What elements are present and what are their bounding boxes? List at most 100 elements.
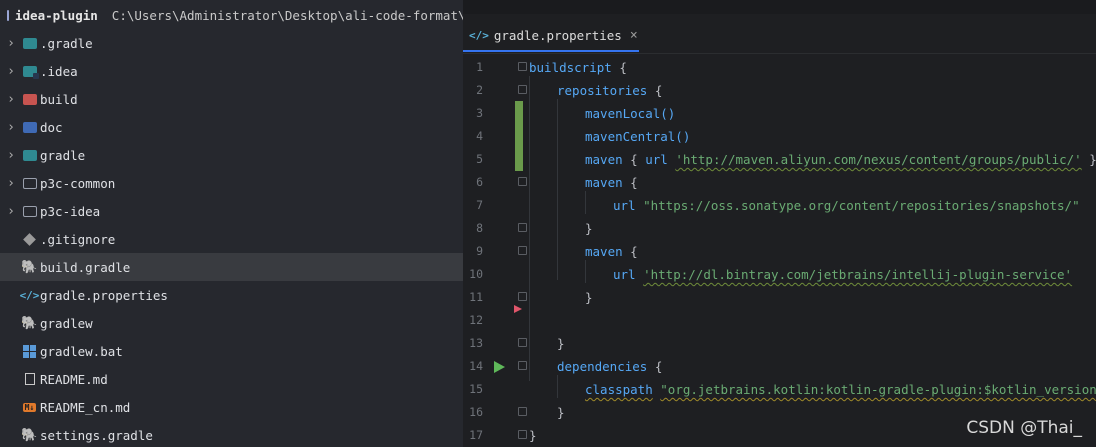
- fold-marker[interactable]: [518, 292, 527, 301]
- folder-red-icon: [22, 92, 37, 106]
- line-number: 15: [469, 382, 483, 396]
- code-line-10[interactable]: url 'http://dl.bintray.com/jetbrains/int…: [613, 263, 1072, 286]
- fold-marker[interactable]: [518, 361, 527, 370]
- fold-marker[interactable]: [518, 246, 527, 255]
- tree-item-doc-dir[interactable]: › doc: [0, 113, 463, 141]
- chevron-right-icon[interactable]: ›: [5, 176, 17, 191]
- code-token: }: [585, 290, 593, 305]
- code-token: {: [622, 175, 638, 190]
- code-line-3[interactable]: mavenLocal(): [585, 102, 675, 125]
- code-line-4[interactable]: mavenCentral(): [585, 125, 690, 148]
- line-number: 4: [476, 129, 483, 143]
- tree-item-settings-gradle[interactable]: 🐘 settings.gradle: [0, 421, 463, 447]
- tree-item-gradle-dir[interactable]: › .gradle: [0, 29, 463, 57]
- project-path: C:\Users\Administrator\Desktop\ali-code-…: [111, 7, 463, 23]
- code-token: {: [647, 83, 663, 98]
- fold-marker[interactable]: [518, 338, 527, 347]
- code-line-13[interactable]: }: [557, 332, 565, 355]
- code-line-15[interactable]: classpath "org.jetbrains.kotlin:kotlin-g…: [585, 378, 1096, 401]
- tree-item-build-dir[interactable]: › build: [0, 85, 463, 113]
- line-number: 5: [476, 152, 483, 166]
- chevron-right-icon[interactable]: ›: [5, 36, 17, 51]
- code-line-6[interactable]: maven {: [585, 171, 638, 194]
- module-folder-icon: [7, 9, 9, 21]
- chevron-right-icon[interactable]: ›: [5, 92, 17, 107]
- properties-icon: </>: [19, 288, 40, 302]
- code-line-5[interactable]: maven { url 'http://maven.aliyun.com/nex…: [585, 148, 1096, 171]
- tree-item-gradlew[interactable]: 🐘 gradlew: [0, 309, 463, 337]
- chevron-right-icon[interactable]: ›: [5, 148, 17, 163]
- indent-guide: [529, 76, 530, 381]
- gradle-icon: 🐘: [21, 427, 38, 443]
- chevron-right-icon[interactable]: ›: [5, 204, 17, 219]
- project-header[interactable]: idea-plugin C:\Users\Administrator\Deskt…: [0, 0, 463, 30]
- folder-blue-icon: [22, 120, 37, 134]
- line-number: 16: [469, 405, 483, 419]
- code-token: "org.jetbrains.kotlin:kotlin-gradle-plug…: [660, 382, 1096, 397]
- fold-marker[interactable]: [518, 223, 527, 232]
- tree-item-label: doc: [40, 119, 63, 135]
- tree-item-idea-dir[interactable]: › .idea: [0, 57, 463, 85]
- tree-item-label: p3c-common: [40, 175, 116, 191]
- folder-teal-icon: [22, 64, 39, 79]
- tree-item-gradle-folder[interactable]: › gradle: [0, 141, 463, 169]
- line-number: 8: [476, 221, 483, 235]
- tree-item-label: .idea: [40, 63, 78, 79]
- code-token: buildscript: [529, 60, 612, 75]
- chevron-right-icon[interactable]: ›: [5, 64, 17, 79]
- tree-item-readme[interactable]: README.md: [0, 365, 463, 393]
- editor-tab-bar: </> gradle.properties ×: [463, 0, 1096, 54]
- tree-item-label: p3c-idea: [40, 203, 101, 219]
- folder-grey-icon: [22, 176, 37, 190]
- line-number: 17: [469, 428, 483, 442]
- code-line-2[interactable]: repositories {: [557, 79, 662, 102]
- project-name: idea-plugin: [15, 7, 98, 23]
- code-line-16[interactable]: }: [557, 401, 565, 424]
- tab-gradle-properties[interactable]: </> gradle.properties ×: [469, 22, 638, 48]
- tree-item-readme-cn[interactable]: M↓ README_cn.md: [0, 393, 463, 421]
- code-line-11[interactable]: }: [585, 286, 593, 309]
- fold-marker[interactable]: [518, 430, 527, 439]
- git-icon: [22, 232, 37, 246]
- line-number: 2: [476, 83, 483, 97]
- line-number: 11: [469, 290, 483, 304]
- tree-item-gradle-properties[interactable]: </> gradle.properties: [0, 281, 463, 309]
- code-token: url: [613, 267, 636, 282]
- vcs-added-marker[interactable]: [515, 101, 523, 171]
- chevron-right-icon[interactable]: ›: [5, 120, 17, 135]
- folder-grey-icon: [22, 204, 37, 218]
- code-line-17[interactable]: }: [529, 424, 537, 447]
- code-token: dependencies: [557, 359, 648, 374]
- fold-marker[interactable]: [518, 177, 527, 186]
- code-line-14[interactable]: dependencies {: [557, 355, 662, 378]
- editor[interactable]: </> gradle.properties × 1 2 3 4 5 6 7 8 …: [463, 0, 1096, 447]
- code-line-1[interactable]: buildscript {: [529, 56, 627, 79]
- fold-marker[interactable]: [518, 85, 527, 94]
- tree-item-gitignore[interactable]: .gitignore: [0, 225, 463, 253]
- breakpoint-marker-icon[interactable]: [514, 305, 522, 313]
- run-icon[interactable]: [494, 361, 505, 373]
- watermark: CSDN @Thai_: [966, 418, 1082, 438]
- line-number: 10: [469, 267, 483, 281]
- close-icon[interactable]: ×: [630, 28, 638, 43]
- code-token: repositories: [557, 83, 648, 98]
- indent-guide: [585, 260, 586, 283]
- line-number: 12: [469, 313, 483, 327]
- folder-teal-icon: [22, 36, 37, 50]
- tree-item-gradlew-bat[interactable]: gradlew.bat: [0, 337, 463, 365]
- tree-item-p3c-idea[interactable]: › p3c-idea: [0, 197, 463, 225]
- code-line-7[interactable]: url "https://oss.sonatype.org/content/re…: [613, 194, 1080, 217]
- tree-item-build-gradle[interactable]: 🐘 build.gradle: [0, 253, 463, 281]
- code-line-9[interactable]: maven {: [585, 240, 638, 263]
- tab-label: gradle.properties: [493, 27, 622, 43]
- tree-item-p3c-common[interactable]: › p3c-common: [0, 169, 463, 197]
- code-token: mavenLocal(): [585, 106, 676, 121]
- code-line-8[interactable]: }: [585, 217, 593, 240]
- line-number: 9: [476, 244, 483, 258]
- fold-marker[interactable]: [518, 62, 527, 71]
- tree-item-label: gradlew: [40, 315, 93, 331]
- tree-item-label: README_cn.md: [40, 399, 131, 415]
- code-token: }: [557, 336, 565, 351]
- fold-marker[interactable]: [518, 407, 527, 416]
- gradle-icon: 🐘: [21, 259, 38, 275]
